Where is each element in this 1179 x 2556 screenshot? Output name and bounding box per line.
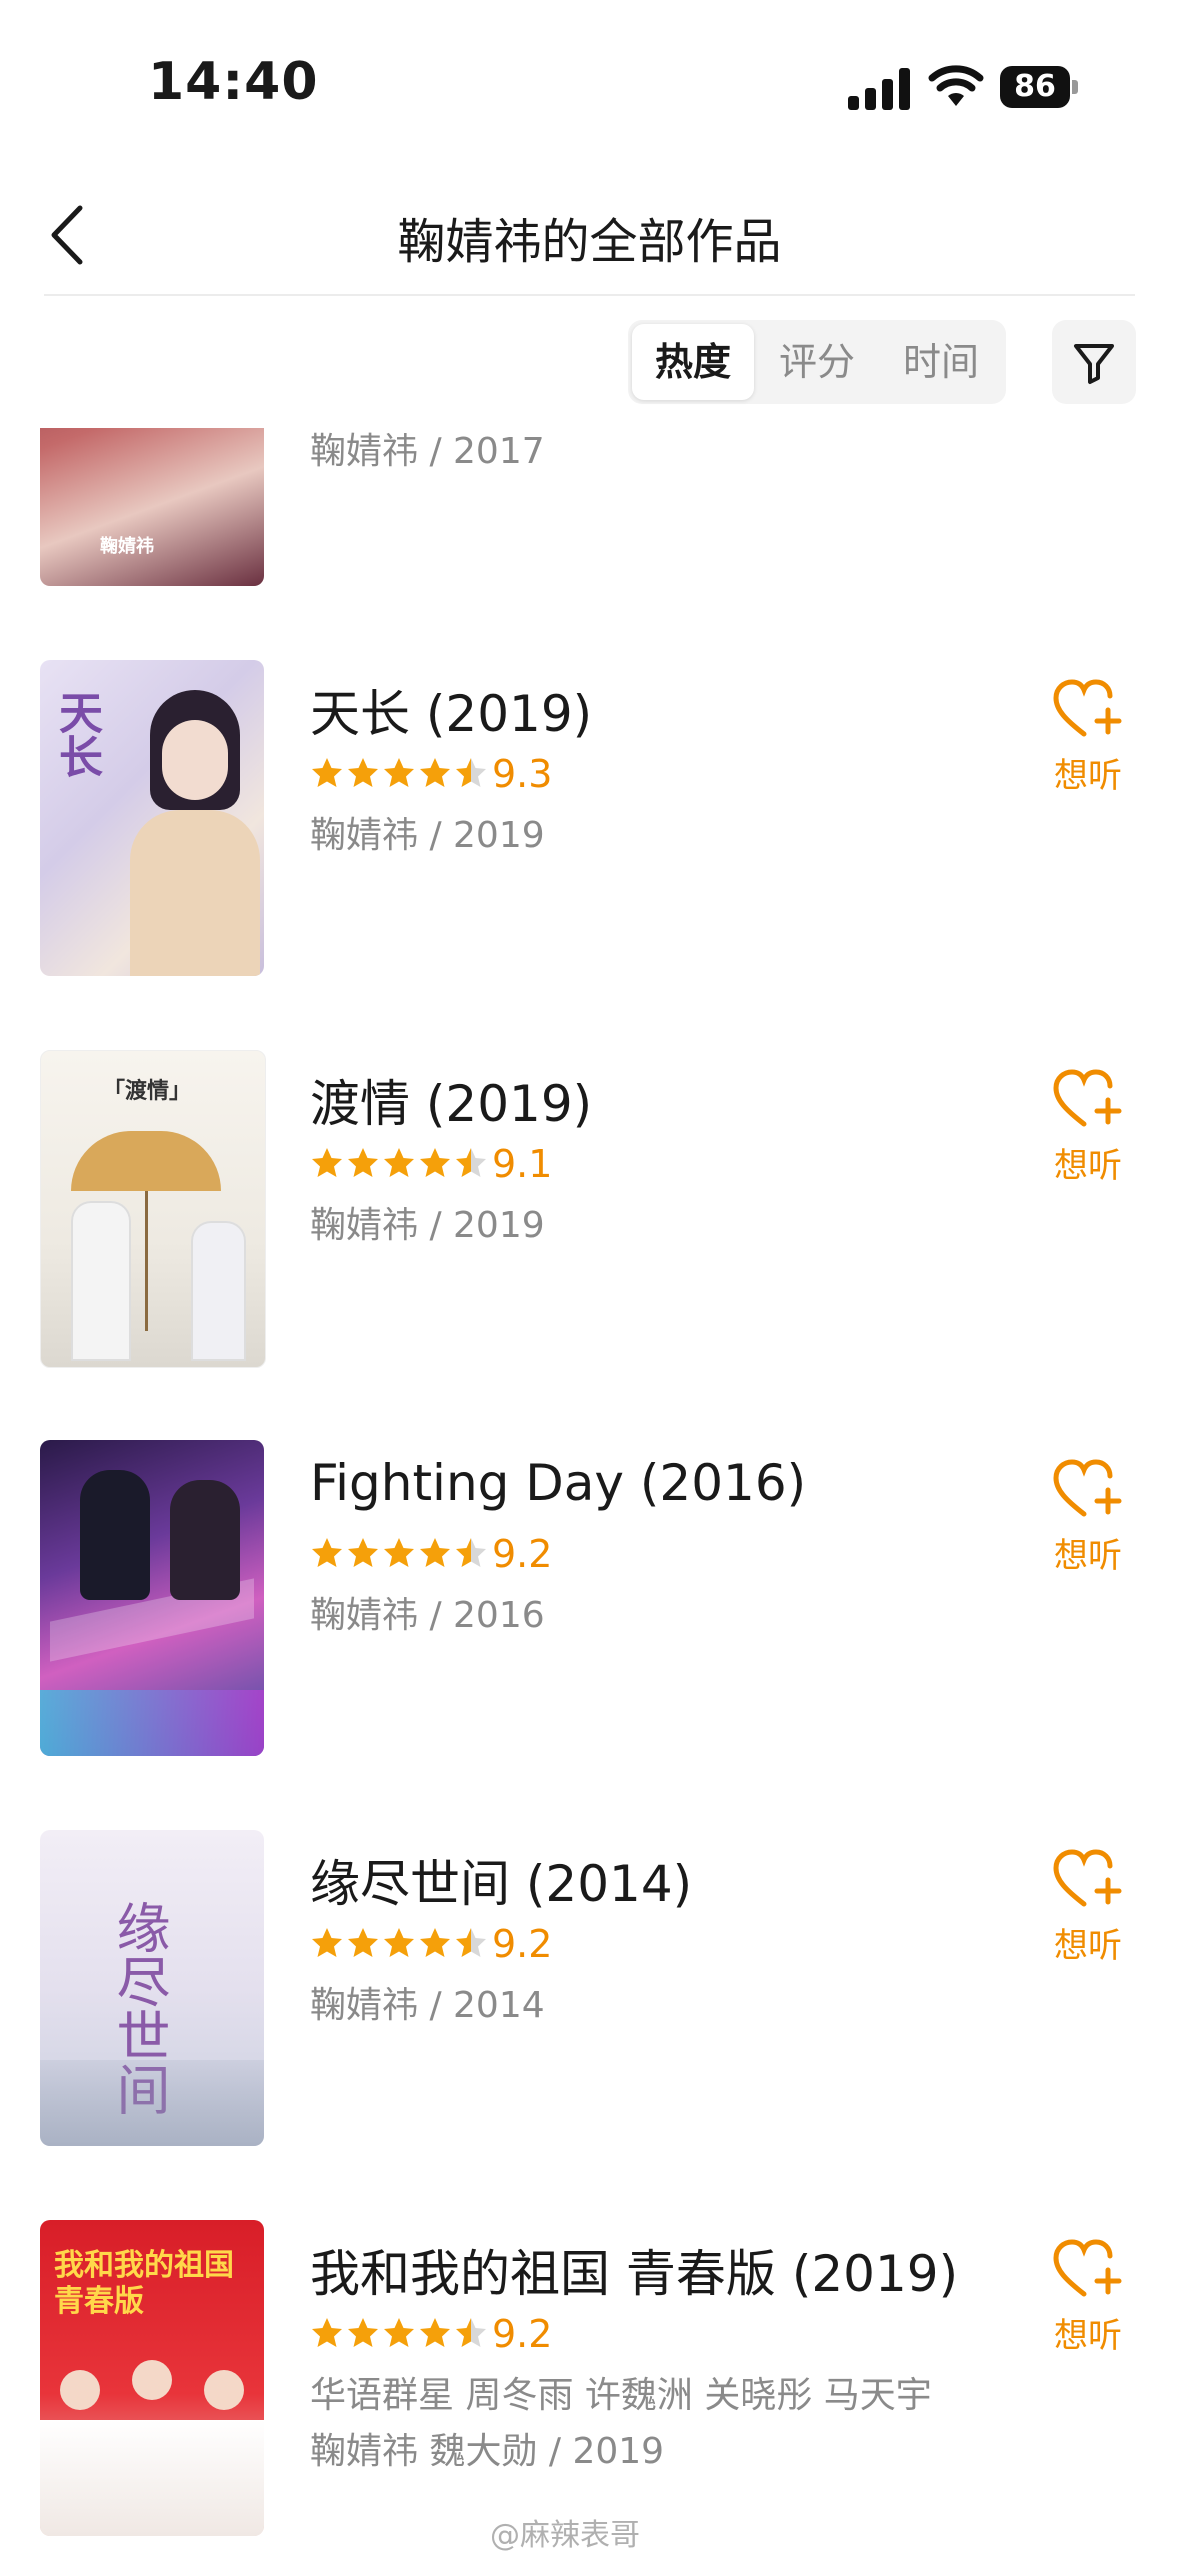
want-listen-button[interactable]: 想听	[1048, 1456, 1128, 1577]
star-icon	[348, 1538, 378, 1567]
page-title: 鞠婧祎的全部作品	[397, 214, 782, 270]
cover-text: 「渡情」	[103, 1079, 192, 1104]
item-score: 9.3	[492, 752, 553, 796]
item-score: 9.2	[492, 1532, 553, 1576]
sort-tab-rating[interactable]: 评分	[756, 324, 878, 400]
list-item[interactable]: 我和我的祖国 青春版 我和我的祖国 青春版 (2019) 9.2 华语群星 周冬…	[0, 2220, 1179, 2540]
heart-plus-icon	[1053, 1459, 1122, 1517]
want-listen-label: 想听	[1054, 1926, 1122, 1966]
list-item[interactable]: 天长 天长 (2019) 9.3 鞠婧祎 / 2019 想听	[0, 660, 1179, 980]
star-icon	[312, 1148, 342, 1177]
star-icon	[312, 1538, 342, 1567]
filter-button[interactable]	[1052, 320, 1136, 404]
list-item[interactable]: 缘尽世间 缘尽世间 (2014) 9.2 鞠婧祎 / 2014 想听	[0, 1830, 1179, 2150]
star-icon	[384, 1538, 414, 1567]
item-meta: 鞠婧祎 / 2019	[310, 815, 545, 856]
item-score: 9.1	[492, 1142, 553, 1186]
cover-text: 鞠婧祎	[100, 536, 154, 557]
want-listen-label: 想听	[1054, 2316, 1122, 2356]
star-icon	[456, 2318, 486, 2347]
star-icon	[348, 1148, 378, 1177]
star-icon	[384, 1928, 414, 1957]
sort-tabs: 热度 评分 时间	[628, 320, 1006, 404]
cover-text: 天长	[51, 690, 102, 778]
star-icon	[420, 1928, 450, 1957]
star-icon	[420, 758, 450, 787]
list-item[interactable]: 「渡情」 渡情 (2019) 9.1 鞠婧祎 / 2019 想听	[0, 1050, 1179, 1370]
star-icon	[420, 2318, 450, 2347]
want-listen-button[interactable]: 想听	[1048, 2236, 1128, 2357]
star-icon	[348, 1928, 378, 1957]
heart-plus-icon	[1053, 1849, 1122, 1907]
sort-tab-hot[interactable]: 热度	[632, 324, 754, 400]
status-bar: 14:40 86	[0, 0, 1179, 170]
battery-level: 86	[1000, 66, 1070, 108]
heart-plus-icon	[1053, 2239, 1122, 2297]
want-listen-label: 想听	[1054, 756, 1122, 796]
star-icon	[456, 1928, 486, 1957]
item-title: Fighting Day (2016)	[310, 1454, 807, 1512]
star-icon	[456, 1148, 486, 1177]
cellular-signal-icon	[848, 68, 912, 110]
works-list: 鞠婧祎 鞠婧祎 / 2017 天长 天长 (2019) 9.3 鞠婧祎 / 20…	[0, 428, 1179, 2556]
rating-stars	[310, 756, 490, 796]
star-icon	[384, 1148, 414, 1177]
item-score: 9.2	[492, 2312, 553, 2356]
item-title: 渡情 (2019)	[310, 1075, 593, 1133]
item-title: 天长 (2019)	[310, 685, 593, 743]
star-icon	[420, 1148, 450, 1177]
watermark: @麻辣表哥	[490, 2518, 640, 2553]
rating-stars	[310, 1146, 490, 1186]
filter-icon	[1074, 344, 1114, 384]
cover-image: 「渡情」	[40, 1050, 266, 1368]
item-title: 缘尽世间 (2014)	[310, 1855, 693, 1913]
battery-icon: 86	[1000, 66, 1080, 108]
want-listen-button[interactable]: 想听	[1048, 1846, 1128, 1967]
star-icon	[456, 758, 486, 787]
want-listen-button[interactable]: 想听	[1048, 676, 1128, 797]
star-icon	[312, 1928, 342, 1957]
heart-plus-icon	[1053, 679, 1122, 737]
divider	[44, 294, 1135, 296]
star-icon	[384, 758, 414, 787]
sort-tab-time[interactable]: 时间	[880, 324, 1002, 400]
item-title: 我和我的祖国 青春版 (2019)	[310, 2245, 959, 2303]
star-icon	[420, 1538, 450, 1567]
item-meta: 华语群星 周冬雨 许魏洲 关晓彤 马天宇 鞠婧祎 魏大勋 / 2019	[310, 2375, 932, 2472]
star-icon	[348, 2318, 378, 2347]
cover-image: 缘尽世间	[40, 1830, 264, 2146]
list-item[interactable]: 鞠婧祎 鞠婧祎 / 2017	[0, 428, 1179, 590]
want-listen-label: 想听	[1054, 1146, 1122, 1186]
star-icon	[348, 758, 378, 787]
rating-stars	[310, 1536, 490, 1576]
item-meta: 鞠婧祎 / 2017	[310, 431, 545, 472]
star-icon	[312, 2318, 342, 2347]
want-listen-label: 想听	[1054, 1536, 1122, 1576]
item-score: 9.2	[492, 1922, 553, 1966]
cover-image: 鞠婧祎	[40, 428, 264, 586]
list-item[interactable]: Fighting Day (2016) 9.2 鞠婧祎 / 2016 想听	[0, 1440, 1179, 1760]
star-icon	[456, 1538, 486, 1567]
cover-image	[40, 1440, 264, 1756]
item-meta: 鞠婧祎 / 2016	[310, 1595, 545, 1636]
star-icon	[384, 2318, 414, 2347]
cover-image: 天长	[40, 660, 264, 976]
item-meta: 鞠婧祎 / 2014	[310, 1985, 545, 2026]
wifi-icon	[928, 65, 984, 106]
cover-text: 我和我的祖国 青春版	[54, 2248, 234, 2319]
item-meta: 鞠婧祎 / 2019	[310, 1205, 545, 1246]
star-icon	[312, 758, 342, 787]
rating-stars	[310, 1926, 490, 1966]
want-listen-button[interactable]: 想听	[1048, 1066, 1128, 1187]
cover-image: 我和我的祖国 青春版	[40, 2220, 264, 2536]
heart-plus-icon	[1053, 1069, 1122, 1127]
status-time: 14:40	[148, 52, 319, 112]
rating-stars	[310, 2316, 490, 2356]
nav-bar: 鞠婧祎的全部作品	[0, 170, 1179, 296]
